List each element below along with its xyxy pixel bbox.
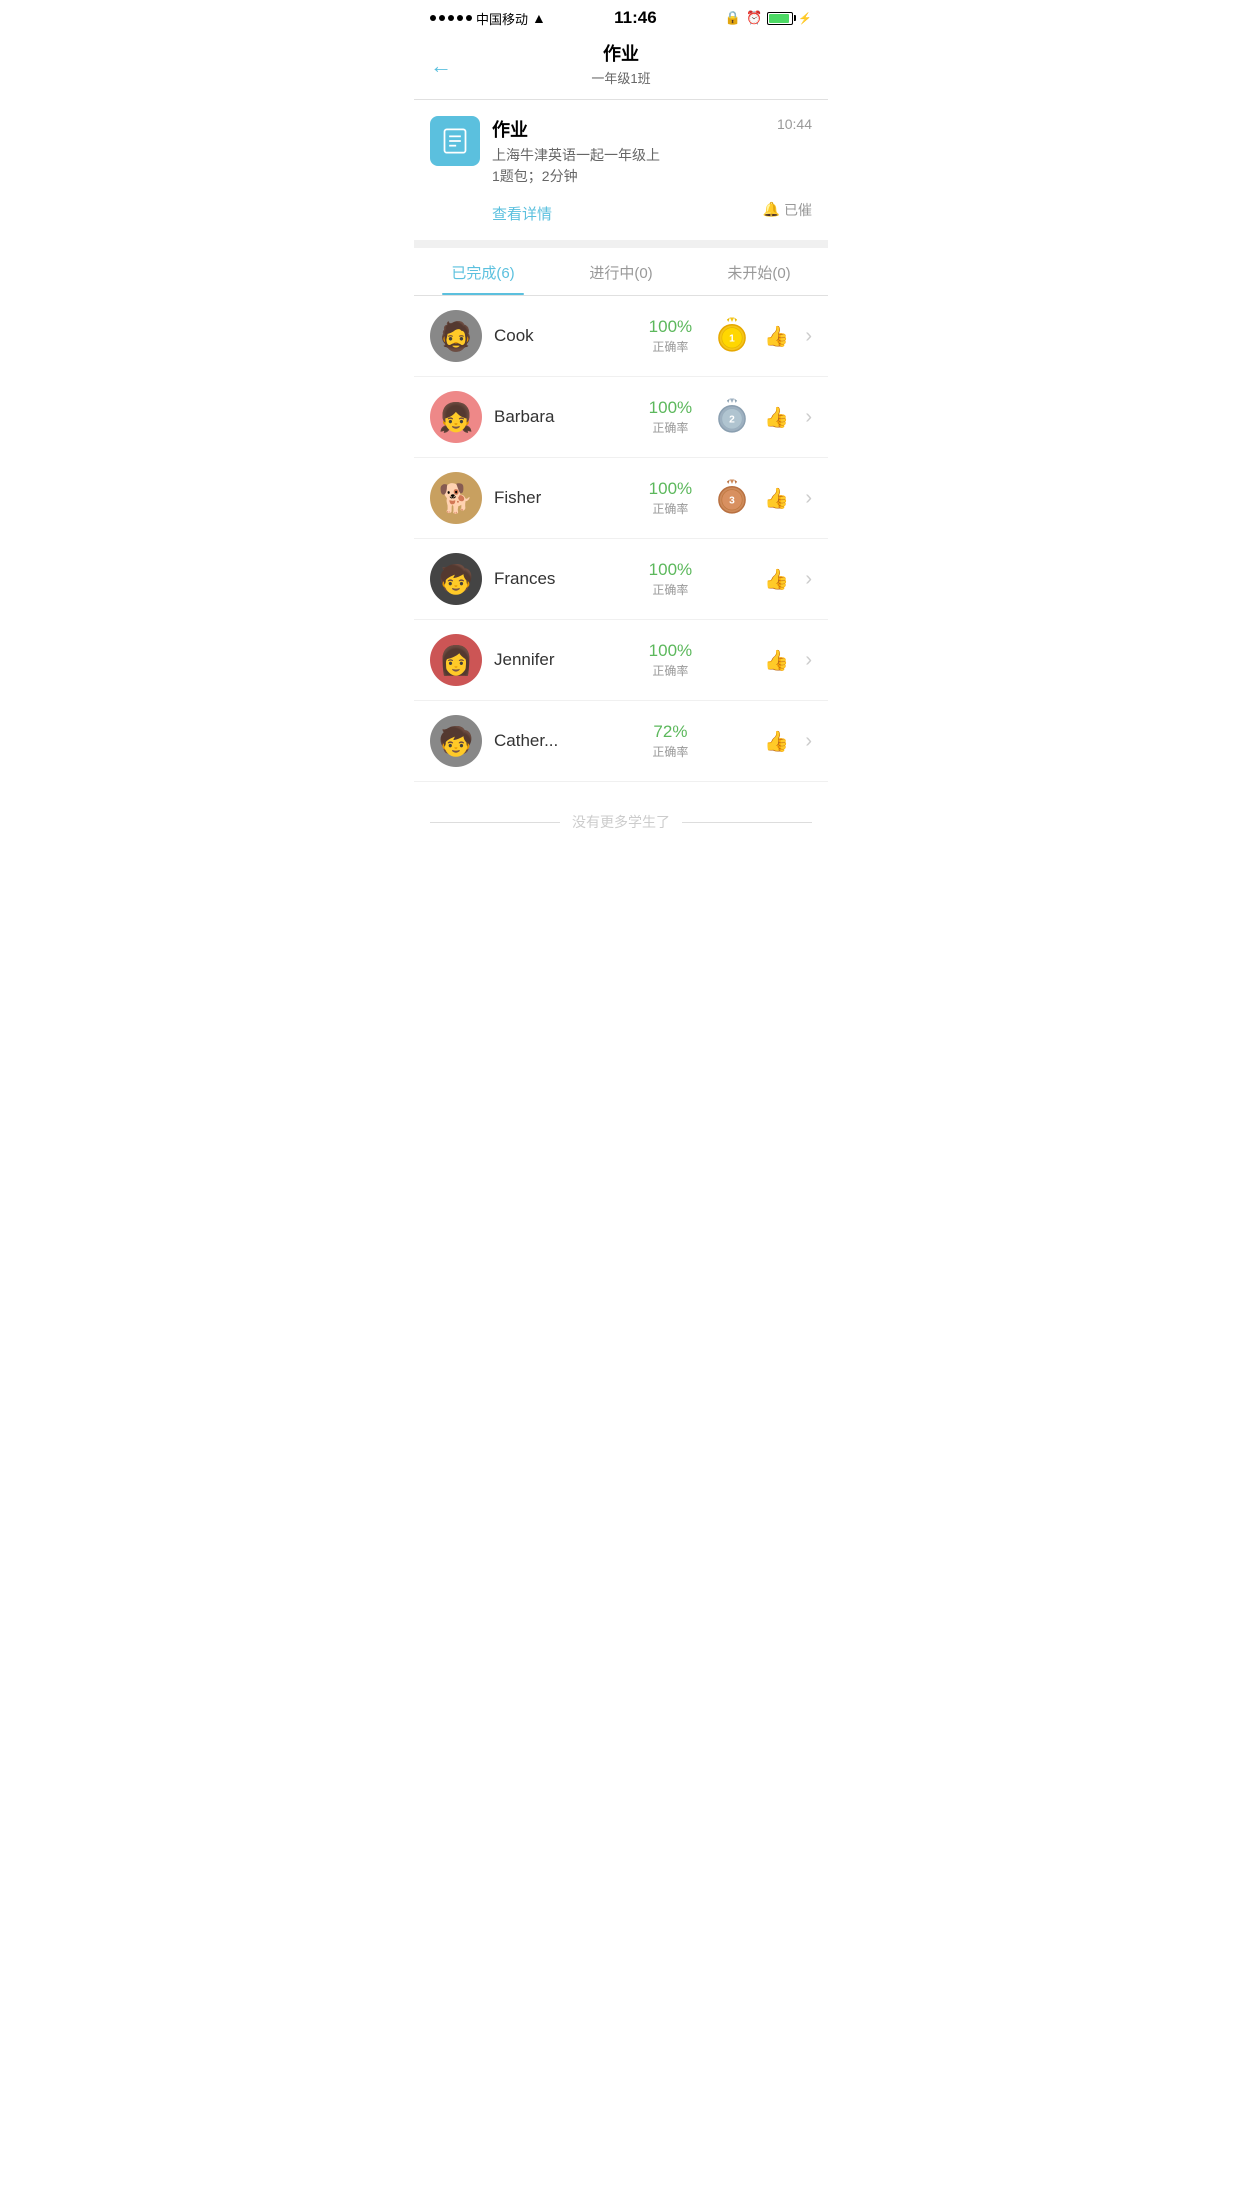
assignment-time: 10:44: [777, 116, 812, 132]
chevron-right-icon[interactable]: ›: [805, 406, 812, 429]
chevron-right-icon[interactable]: ›: [805, 568, 812, 591]
assignment-title: 作业: [492, 116, 528, 142]
thumbs-up-button[interactable]: 👍: [764, 567, 789, 592]
avatar: 🧒: [430, 553, 482, 605]
wifi-icon: ▲: [532, 10, 546, 26]
assignment-description: 上海牛津英语一起一年级上 1题包；2分钟: [492, 145, 812, 187]
thumbs-up-button[interactable]: 👍: [764, 648, 789, 673]
signal-dots: [430, 15, 472, 21]
svg-text:1: 1: [730, 333, 736, 344]
view-details-link[interactable]: 查看详情: [492, 203, 552, 224]
accuracy-percent: 100%: [640, 560, 700, 580]
tab-notstarted[interactable]: 未开始(0): [690, 248, 828, 295]
remind-status: 🔔 已催: [763, 200, 812, 220]
accuracy-label: 正确率: [640, 743, 700, 760]
assignment-card: 作业 10:44 上海牛津英语一起一年级上 1题包；2分钟 查看详情 🔔 已催: [414, 100, 828, 248]
student-name: Cook: [494, 326, 628, 346]
page-subtitle: 一年级1班: [430, 68, 812, 87]
accuracy-percent: 100%: [640, 398, 700, 418]
table-row: 👩 Jennifer 100% 正确率 👍 ›: [414, 620, 828, 701]
bronze-medal-icon: 3: [712, 478, 752, 518]
student-name: Frances: [494, 569, 628, 589]
accuracy-percent: 100%: [640, 317, 700, 337]
accuracy-label: 正确率: [640, 500, 700, 517]
accuracy-block: 100% 正确率: [640, 398, 700, 436]
accuracy-label: 正确率: [640, 419, 700, 436]
avatar: 🧒: [430, 715, 482, 767]
accuracy-percent: 100%: [640, 479, 700, 499]
svg-text:3: 3: [730, 495, 736, 506]
table-row: 🐕 Fisher 100% 正确率 3 👍 ›: [414, 458, 828, 539]
accuracy-block: 100% 正确率: [640, 479, 700, 517]
status-bar: 中国移动 ▲ 11:46 🔒 ⏰ ⚡: [414, 0, 828, 32]
tab-inprogress[interactable]: 进行中(0): [552, 248, 690, 295]
chevron-right-icon[interactable]: ›: [805, 730, 812, 753]
thumbs-up-button[interactable]: 👍: [764, 729, 789, 754]
thumbs-up-button[interactable]: 👍: [764, 324, 789, 349]
lightning-icon: ⚡: [798, 12, 812, 25]
status-time: 11:46: [614, 8, 657, 28]
assignment-icon: [430, 116, 480, 166]
table-row: 👧 Barbara 100% 正确率 2 👍 ›: [414, 377, 828, 458]
accuracy-label: 正确率: [640, 662, 700, 679]
lock-icon: 🔒: [725, 10, 741, 26]
accuracy-label: 正确率: [640, 338, 700, 355]
carrier-label: 中国移动: [476, 9, 528, 28]
status-left: 中国移动 ▲: [430, 9, 546, 28]
avatar: 👩: [430, 634, 482, 686]
student-name: Barbara: [494, 407, 628, 427]
svg-text:2: 2: [730, 414, 736, 425]
thumbs-up-button[interactable]: 👍: [764, 486, 789, 511]
accuracy-block: 100% 正确率: [640, 641, 700, 679]
accuracy-block: 100% 正确率: [640, 560, 700, 598]
table-row: 🧒 Cather... 72% 正确率 👍 ›: [414, 701, 828, 782]
student-name: Cather...: [494, 731, 628, 751]
student-list: 🧔 Cook 100% 正确率 1 👍 › 👧 Barbara 100% 正确率: [414, 296, 828, 782]
chevron-right-icon[interactable]: ›: [805, 649, 812, 672]
student-name: Fisher: [494, 488, 628, 508]
accuracy-percent: 100%: [640, 641, 700, 661]
table-row: 🧒 Frances 100% 正确率 👍 ›: [414, 539, 828, 620]
silver-medal-icon: 2: [712, 397, 752, 437]
accuracy-block: 72% 正确率: [640, 722, 700, 760]
battery-icon: [767, 12, 793, 25]
gold-medal-icon: 1: [712, 316, 752, 356]
avatar: 🐕: [430, 472, 482, 524]
assignment-info: 作业 10:44 上海牛津英语一起一年级上 1题包；2分钟 查看详情 🔔 已催: [492, 116, 812, 224]
back-button[interactable]: ←: [430, 53, 452, 79]
avatar: 👧: [430, 391, 482, 443]
accuracy-percent: 72%: [640, 722, 700, 742]
status-right: 🔒 ⏰ ⚡: [725, 10, 812, 26]
page-title: 作业: [430, 40, 812, 66]
tab-bar: 已完成(6) 进行中(0) 未开始(0): [414, 248, 828, 296]
document-icon: [441, 127, 469, 155]
chevron-right-icon[interactable]: ›: [805, 325, 812, 348]
tab-completed[interactable]: 已完成(6): [414, 248, 552, 295]
nav-header: ← 作业 一年级1班: [414, 32, 828, 100]
alarm-icon: ⏰: [746, 10, 762, 26]
avatar: 🧔: [430, 310, 482, 362]
accuracy-label: 正确率: [640, 581, 700, 598]
no-more-label: 没有更多学生了: [414, 782, 828, 862]
accuracy-block: 100% 正确率: [640, 317, 700, 355]
table-row: 🧔 Cook 100% 正确率 1 👍 ›: [414, 296, 828, 377]
bell-icon: 🔔: [763, 201, 780, 218]
assignment-meta: 查看详情 🔔 已催: [492, 195, 812, 224]
thumbs-up-button[interactable]: 👍: [764, 405, 789, 430]
chevron-right-icon[interactable]: ›: [805, 487, 812, 510]
student-name: Jennifer: [494, 650, 628, 670]
